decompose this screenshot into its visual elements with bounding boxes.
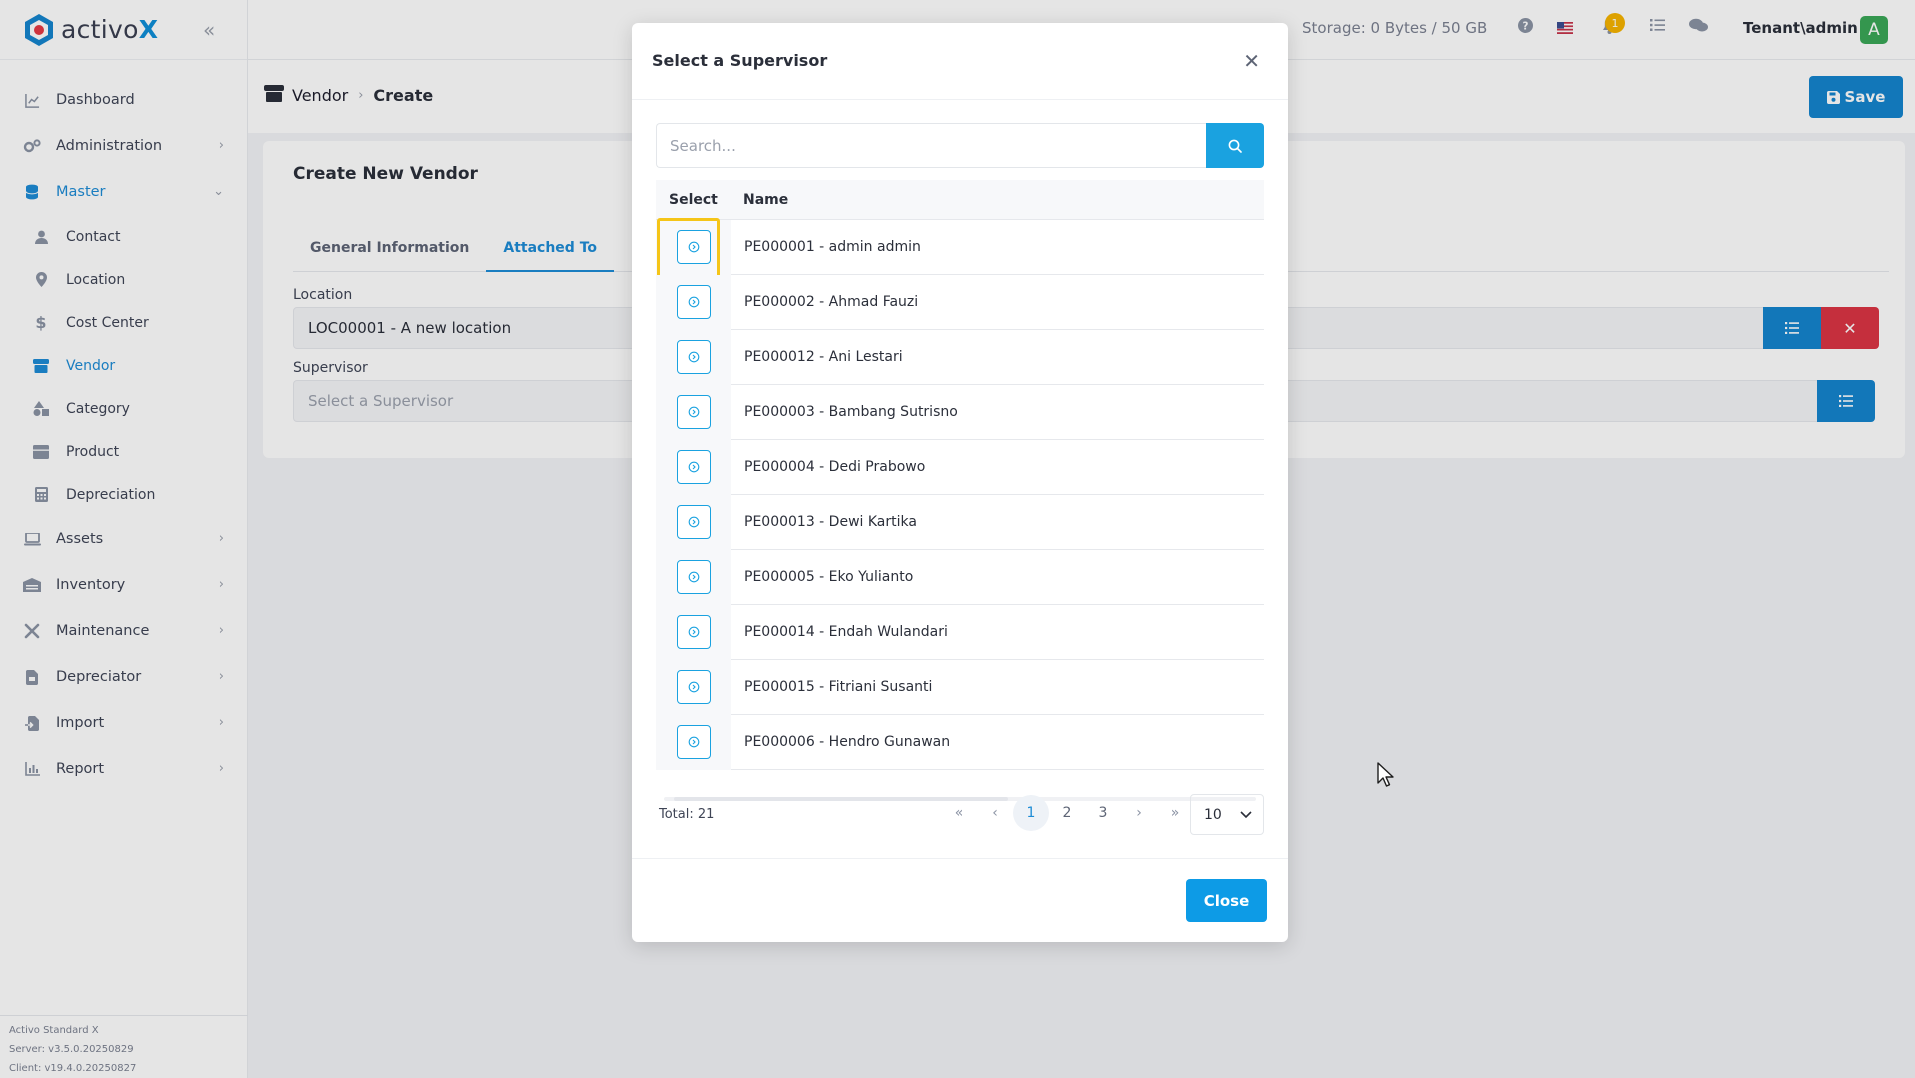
table-row[interactable]: PE000015 - Fitriani Susanti [656, 659, 1264, 715]
supervisor-name: PE000005 - Eko Yulianto [744, 569, 914, 585]
search-input[interactable] [656, 123, 1206, 168]
table-row[interactable]: PE000012 - Ani Lestari [656, 329, 1264, 385]
last-page-icon[interactable]: » [1157, 795, 1193, 831]
select-circle-icon [688, 296, 699, 308]
mouse-cursor-icon [1377, 762, 1394, 787]
select-row-button[interactable] [676, 450, 711, 484]
prev-page-icon[interactable]: ‹ [977, 795, 1013, 831]
select-cell [656, 384, 731, 440]
table-header: Select Name [656, 180, 1264, 220]
table-row[interactable]: PE000005 - Eko Yulianto [656, 549, 1264, 605]
modal-title: Select a Supervisor [652, 51, 828, 70]
search-button[interactable] [1206, 123, 1264, 168]
select-circle-icon [688, 406, 699, 418]
select-row-button[interactable] [676, 615, 711, 649]
select-circle-icon [688, 681, 699, 693]
supervisor-name: PE000006 - Hendro Gunawan [744, 734, 951, 750]
select-row-button[interactable] [676, 670, 711, 704]
pagination: « ‹ 1 2 3 › » [941, 795, 1193, 831]
supervisor-name: PE000012 - Ani Lestari [744, 349, 903, 365]
page-size-select[interactable]: 10 [1190, 794, 1264, 835]
supervisor-name: PE000003 - Bambang Sutrisno [744, 404, 958, 420]
next-page-icon[interactable]: › [1121, 795, 1157, 831]
search-icon [1228, 139, 1242, 153]
select-row-button[interactable] [676, 285, 711, 319]
select-cell [656, 274, 731, 330]
search-bar [656, 123, 1264, 168]
select-cell [656, 329, 731, 385]
page-size-value: 10 [1204, 806, 1222, 823]
select-cell [656, 439, 731, 495]
supervisor-name: PE000013 - Dewi Kartika [744, 514, 917, 530]
chevron-down-icon [1240, 811, 1252, 819]
column-header-name: Name [743, 191, 789, 208]
supervisor-name: PE000014 - Endah Wulandari [744, 624, 948, 640]
close-button[interactable]: Close [1186, 879, 1267, 922]
select-circle-icon [688, 516, 699, 528]
total-count: Total: 21 [659, 807, 715, 822]
close-icon[interactable]: ✕ [1243, 49, 1260, 73]
page-1-button[interactable]: 1 [1013, 795, 1049, 831]
table-body: PE000001 - admin admin PE000002 - Ahmad F… [656, 217, 1264, 770]
table-row[interactable]: PE000003 - Bambang Sutrisno [656, 384, 1264, 440]
page-2-button[interactable]: 2 [1049, 795, 1085, 831]
select-row-button[interactable] [676, 725, 711, 759]
modal-footer: Close [632, 858, 1288, 942]
select-row-button[interactable] [676, 230, 711, 264]
select-circle-icon [688, 736, 699, 748]
table-row[interactable]: PE000004 - Dedi Prabowo [656, 439, 1264, 495]
supervisor-name: PE000004 - Dedi Prabowo [744, 459, 926, 475]
select-circle-icon [688, 461, 699, 473]
select-cell [656, 659, 731, 715]
select-cell [656, 549, 731, 605]
select-supervisor-modal: Select a Supervisor ✕ Select Name PE0000… [632, 23, 1288, 942]
select-row-button[interactable] [676, 395, 711, 429]
select-cell [656, 217, 731, 280]
table-row[interactable]: PE000006 - Hendro Gunawan [656, 714, 1264, 770]
table-row[interactable]: PE000002 - Ahmad Fauzi [656, 274, 1264, 330]
select-row-button[interactable] [676, 340, 711, 374]
modal-header: Select a Supervisor ✕ [632, 23, 1288, 100]
select-row-button[interactable] [676, 505, 711, 539]
select-cell [656, 494, 731, 550]
select-row-button[interactable] [676, 560, 711, 594]
supervisor-name: PE000002 - Ahmad Fauzi [744, 294, 919, 310]
select-circle-icon [688, 571, 699, 583]
first-page-icon[interactable]: « [941, 795, 977, 831]
table-row[interactable]: PE000013 - Dewi Kartika [656, 494, 1264, 550]
page-3-button[interactable]: 3 [1085, 795, 1121, 831]
column-header-select: Select [669, 191, 718, 208]
table-row[interactable]: PE000014 - Endah Wulandari [656, 604, 1264, 660]
select-circle-icon [688, 351, 699, 363]
select-circle-icon [688, 241, 699, 253]
supervisor-table: Select Name PE000001 - admin admin PE0000… [656, 180, 1264, 770]
select-circle-icon [688, 626, 699, 638]
select-cell [656, 604, 731, 660]
supervisor-name: PE000001 - admin admin [744, 239, 921, 255]
select-cell [656, 714, 731, 770]
supervisor-name: PE000015 - Fitriani Susanti [744, 679, 933, 695]
table-row[interactable]: PE000001 - admin admin [656, 217, 1264, 280]
